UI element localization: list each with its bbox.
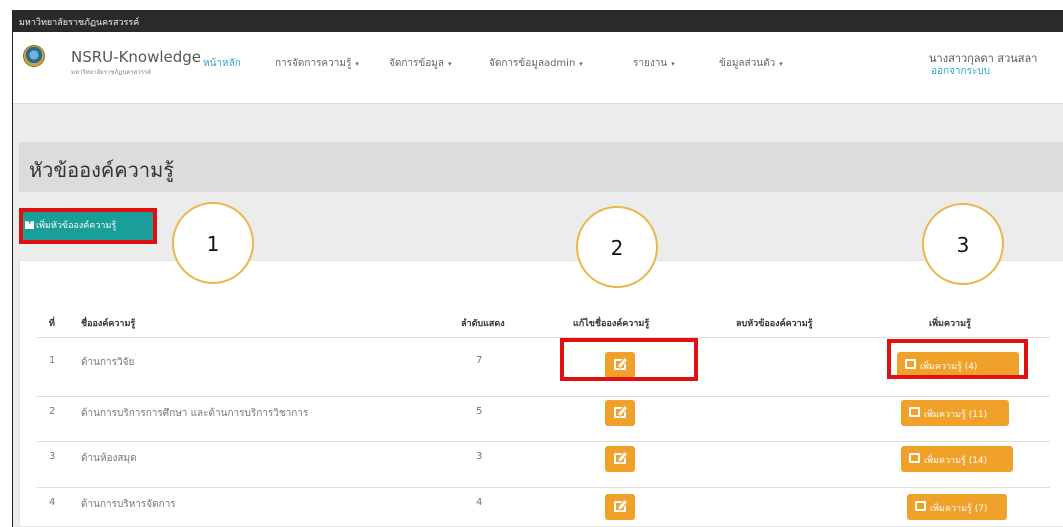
edit-icon — [915, 501, 926, 511]
nav-home[interactable]: หน้าหลัก — [203, 56, 241, 71]
nav-admin-data[interactable]: จัดการข้อมูลadmin ▾ — [489, 56, 583, 71]
screenshot-frame: มหาวิทยาลัยราชภัฏนครสวรรค์ NSRU-Knowledg… — [0, 0, 1063, 527]
edit-icon — [909, 453, 920, 463]
col-header-name: ชื่อองค์ความรู้ — [81, 319, 136, 329]
plus-square-icon — [25, 217, 34, 229]
row-4-name: ด้านการบริหารจัดการ — [81, 499, 176, 510]
edit-icon — [614, 407, 626, 418]
edit-icon — [909, 407, 920, 417]
row-2-no: 2 — [49, 406, 56, 417]
highlight-edit-box — [560, 338, 698, 381]
browser-viewport: มหาวิทยาลัยราชภัฏนครสวรรค์ NSRU-Knowledg… — [12, 10, 1063, 527]
row-2-edit-button[interactable] — [605, 400, 635, 426]
header-divider — [37, 337, 1050, 338]
nav-data-management[interactable]: จัดการข้อมูล ▾ — [389, 56, 451, 71]
nav-profile[interactable]: ข้อมูลส่วนตัว ▾ — [719, 56, 783, 71]
brand-name-prefix: NSRU- — [71, 48, 119, 66]
add-topic-label: เพิ่มหัวข้อองค์ความรู้ — [36, 221, 117, 231]
row-3-no: 3 — [49, 451, 56, 462]
row-4-no: 4 — [49, 497, 56, 508]
brand-subtitle: มหาวิทยาลัยราชภัฏนครสวรรค์ — [71, 69, 152, 76]
row-divider — [37, 396, 1050, 397]
chevron-down-icon: ▾ — [671, 60, 675, 68]
row-3-name: ด้านห้องสมุด — [81, 453, 137, 464]
row-1-no: 1 — [49, 355, 56, 366]
col-header-delete: ลบหัวข้อองค์ความรู้ — [736, 319, 813, 329]
brand-name-suffix: Knowledge — [118, 48, 202, 66]
nav-knowledge-management[interactable]: การจัดการความรู้ ▾ — [275, 56, 359, 71]
row-2-order: 5 — [476, 406, 483, 417]
page-title-bar: หัวข้อองค์ความรู้ — [19, 142, 1063, 192]
annotation-circle-3: 3 — [922, 203, 1004, 285]
brand-name[interactable]: NSRU-Knowledge — [71, 48, 201, 66]
row-divider — [37, 441, 1050, 442]
chevron-down-icon: ▾ — [779, 60, 783, 68]
row-3-order: 3 — [476, 451, 483, 462]
annotation-circle-2: 2 — [576, 206, 658, 288]
add-topic-button[interactable]: เพิ่มหัวข้อองค์ความรู้ — [19, 208, 157, 244]
chevron-down-icon: ▾ — [355, 60, 359, 68]
chevron-down-icon: ▾ — [579, 60, 583, 68]
annotation-circle-1: 1 — [172, 202, 254, 284]
row-4-order: 4 — [476, 497, 483, 508]
chevron-down-icon: ▾ — [447, 60, 452, 68]
row-4-edit-button[interactable] — [605, 494, 635, 520]
page-title: หัวข้อองค์ความรู้ — [29, 158, 175, 182]
row-divider — [37, 487, 1050, 488]
col-header-order: ลำดับแสดง — [461, 319, 505, 329]
row-3-edit-button[interactable] — [605, 446, 635, 472]
row-1-order: 7 — [476, 355, 483, 366]
university-logo-icon[interactable] — [23, 45, 45, 67]
row-2-add-knowledge-button[interactable]: เพิ่มความรู้ (11) — [901, 400, 1009, 426]
col-header-edit: แก้ไขชื่อองค์ความรู้ — [573, 319, 650, 329]
top-bar: มหาวิทยาลัยราชภัฏนครสวรรค์ — [13, 10, 1063, 32]
row-2-name: ด้านการบริการการศึกษา และด้านการบริการวิ… — [81, 408, 309, 419]
row-1-name: ด้านการวิจัย — [81, 357, 135, 368]
col-header-add-knowledge: เพิ่มความรู้ — [929, 319, 971, 329]
col-header-no: ที่ — [49, 319, 55, 329]
nav-reports[interactable]: รายงาน ▾ — [633, 56, 675, 71]
highlight-add-knowledge-box — [887, 339, 1028, 379]
row-4-add-knowledge-button[interactable]: เพิ่มความรู้ (7) — [907, 494, 1007, 520]
edit-icon — [614, 453, 626, 464]
row-3-add-knowledge-button[interactable]: เพิ่มความรู้ (14) — [901, 446, 1013, 472]
edit-icon — [614, 501, 626, 512]
org-name: มหาวิทยาลัยราชภัฏนครสวรรค์ — [19, 18, 140, 28]
logout-link[interactable]: ออกจากระบบ — [931, 64, 990, 79]
